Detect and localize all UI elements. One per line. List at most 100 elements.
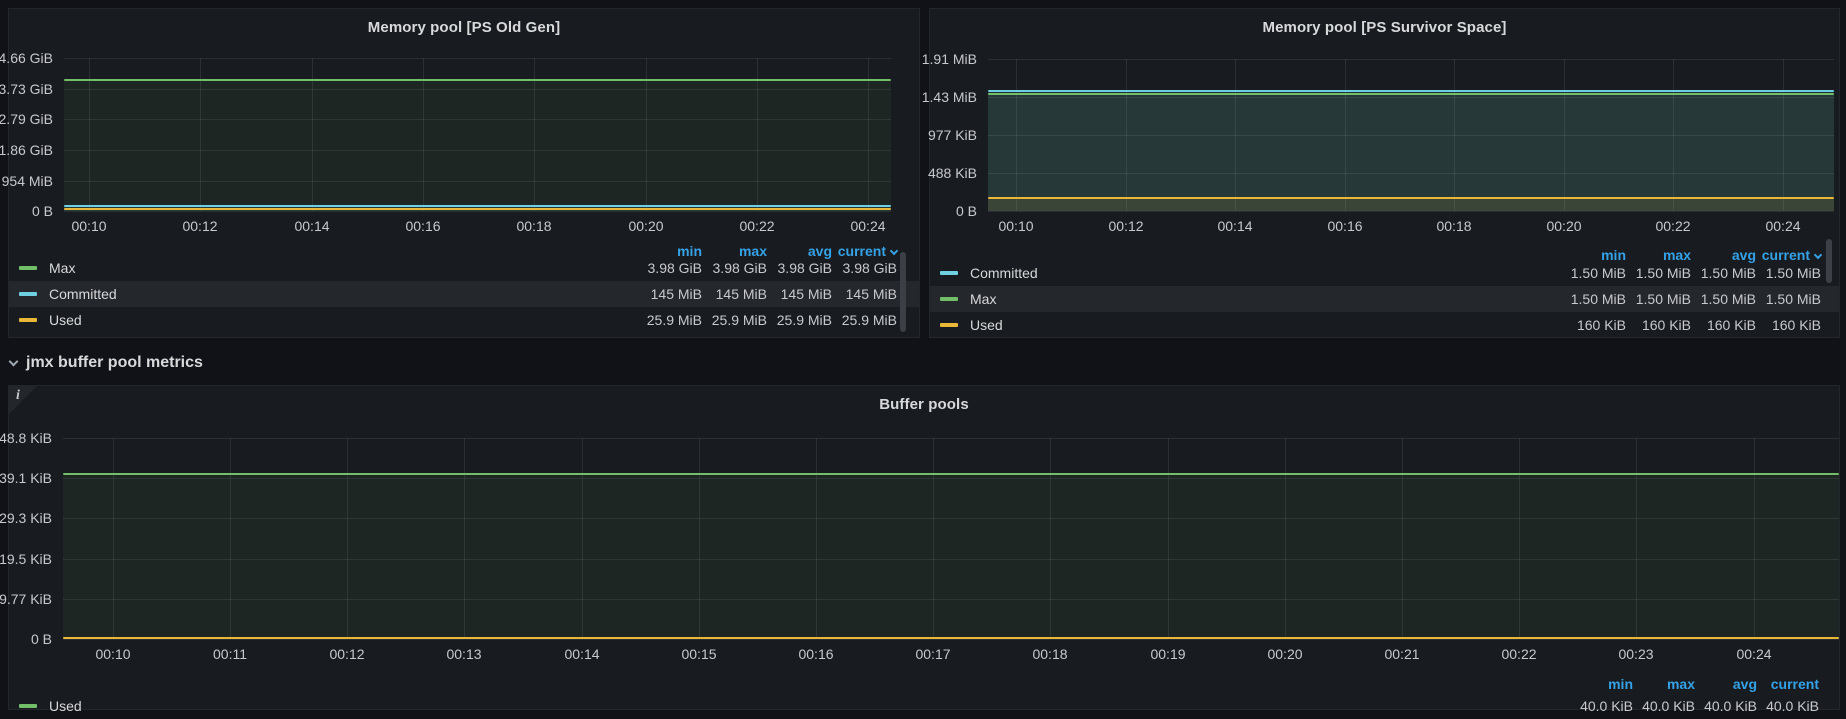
x-axis-tick-label: 00:12 bbox=[1108, 218, 1143, 234]
y-axis-tick-label: 2.79 GiB bbox=[0, 111, 53, 127]
y-axis-tick-label: 4.66 GiB bbox=[0, 50, 53, 66]
series-color-swatch bbox=[940, 271, 958, 275]
x-axis-tick-label: 00:18 bbox=[1032, 646, 1067, 662]
panel-buffer-pools: Buffer pools48.8 KiB39.1 KiB29.3 KiB19.5… bbox=[8, 385, 1840, 710]
x-axis-tick-label: 00:10 bbox=[71, 218, 106, 234]
x-axis-tick-label: 00:14 bbox=[294, 218, 329, 234]
legend-value-current: 1.50 MiB bbox=[1756, 291, 1821, 307]
panel-info-corner[interactable] bbox=[9, 386, 37, 414]
legend-series-name[interactable]: Used bbox=[49, 698, 82, 714]
legend-value-min: 25.9 MiB bbox=[637, 312, 702, 328]
section-header-jmx-buffer-pool-metrics[interactable]: jmx buffer pool metrics bbox=[10, 354, 203, 372]
x-axis-tick-label: 00:12 bbox=[182, 218, 217, 234]
x-axis-tick-label: 00:16 bbox=[1327, 218, 1362, 234]
series-color-swatch bbox=[19, 318, 37, 322]
legend-value-cells: 40.0 KiB40.0 KiB40.0 KiB40.0 KiB bbox=[1571, 698, 1819, 714]
x-axis-tick-label: 00:19 bbox=[1150, 646, 1185, 662]
legend-series-name[interactable]: Used bbox=[970, 317, 1003, 333]
panel-title[interactable]: Memory pool [PS Survivor Space] bbox=[930, 19, 1839, 36]
y-axis-tick-label: 19.5 KiB bbox=[0, 551, 52, 567]
x-axis-tick-label: 00:24 bbox=[1736, 646, 1771, 662]
legend-value-cells: 160 KiB160 KiB160 KiB160 KiB bbox=[1561, 317, 1821, 333]
gridline-horizontal bbox=[63, 438, 1839, 439]
x-axis-tick-label: 00:18 bbox=[516, 218, 551, 234]
gridline-horizontal bbox=[988, 59, 1834, 60]
gridline-horizontal bbox=[988, 211, 1834, 212]
legend-series-name[interactable]: Max bbox=[970, 291, 996, 307]
x-axis-tick-label: 00:14 bbox=[564, 646, 599, 662]
legend-sort-header-avg[interactable]: avg bbox=[1695, 676, 1757, 692]
panel-title[interactable]: Buffer pools bbox=[9, 396, 1839, 413]
legend-row-max: Max 3.98 GiB3.98 GiB3.98 GiB3.98 GiB bbox=[9, 255, 919, 281]
legend-value-max: 145 MiB bbox=[702, 286, 767, 302]
legend-sort-header-min[interactable]: min bbox=[1571, 676, 1633, 692]
chevron-down-icon bbox=[9, 356, 19, 366]
panel-memory-pool-ps-survivor-space: Memory pool [PS Survivor Space]1.91 MiB1… bbox=[929, 8, 1840, 338]
panel-title[interactable]: Memory pool [PS Old Gen] bbox=[9, 19, 919, 36]
legend-value-cells: 1.50 MiB1.50 MiB1.50 MiB1.50 MiB bbox=[1561, 265, 1821, 281]
series-color-swatch bbox=[940, 323, 958, 327]
legend-row-used: Used 160 KiB160 KiB160 KiB160 KiB bbox=[930, 312, 1839, 338]
series-color-swatch bbox=[19, 292, 37, 296]
info-icon[interactable]: i bbox=[16, 388, 20, 404]
legend-value-min: 145 MiB bbox=[637, 286, 702, 302]
legend-row-max: Max1.50 MiB1.50 MiB1.50 MiB1.50 MiB bbox=[930, 286, 1839, 312]
y-axis-tick-label: 488 KiB bbox=[928, 165, 977, 181]
legend-series-name[interactable]: Committed bbox=[49, 286, 117, 302]
series-area-fill bbox=[988, 199, 1834, 211]
x-axis-tick-label: 00:22 bbox=[739, 218, 774, 234]
series-color-swatch bbox=[940, 297, 958, 301]
series-line bbox=[64, 205, 891, 207]
chevron-down-icon bbox=[1814, 251, 1822, 259]
x-axis-tick-label: 00:10 bbox=[95, 646, 130, 662]
series-area-fill bbox=[988, 92, 1834, 211]
x-axis-tick-label: 00:10 bbox=[998, 218, 1033, 234]
legend-value-current: 160 KiB bbox=[1756, 317, 1821, 333]
y-axis-tick-label: 3.73 GiB bbox=[0, 81, 53, 97]
y-axis-tick-label: 954 MiB bbox=[2, 173, 53, 189]
y-axis-tick-label: 1.91 MiB bbox=[922, 51, 977, 67]
legend-scrollbar[interactable] bbox=[900, 252, 906, 332]
legend-value-max: 40.0 KiB bbox=[1633, 698, 1695, 714]
legend-scrollbar[interactable] bbox=[1826, 239, 1832, 283]
series-line bbox=[63, 637, 1839, 639]
x-axis-tick-label: 00:24 bbox=[850, 218, 885, 234]
x-axis-tick-label: 00:22 bbox=[1501, 646, 1536, 662]
legend-series-name[interactable]: Used bbox=[49, 312, 82, 328]
legend-value-avg: 3.98 GiB bbox=[767, 260, 832, 276]
legend-value-min: 40.0 KiB bbox=[1571, 698, 1633, 714]
series-line bbox=[64, 208, 891, 210]
legend-row-committed: Committed1.50 MiB1.50 MiB1.50 MiB1.50 Mi… bbox=[930, 260, 1839, 286]
legend-value-max: 3.98 GiB bbox=[702, 260, 767, 276]
x-axis-tick-label: 00:11 bbox=[213, 646, 247, 662]
legend-value-max: 1.50 MiB bbox=[1626, 265, 1691, 281]
y-axis-tick-label: 48.8 KiB bbox=[0, 430, 52, 446]
series-line bbox=[988, 90, 1834, 92]
y-axis-tick-label: 1.43 MiB bbox=[922, 89, 977, 105]
x-axis-tick-label: 00:16 bbox=[798, 646, 833, 662]
x-axis-tick-label: 00:24 bbox=[1765, 218, 1800, 234]
legend-sort-header-current[interactable]: current bbox=[1757, 676, 1819, 692]
legend-value-avg: 160 KiB bbox=[1691, 317, 1756, 333]
series-line bbox=[988, 93, 1834, 95]
legend-series-name[interactable]: Max bbox=[49, 260, 75, 276]
legend-sort-header-max[interactable]: max bbox=[1633, 676, 1695, 692]
legend-row-used: Used25.9 MiB25.9 MiB25.9 MiB25.9 MiB bbox=[9, 307, 919, 333]
legend-value-current: 1.50 MiB bbox=[1756, 265, 1821, 281]
y-axis-tick-label: 0 B bbox=[31, 631, 52, 647]
legend-row-used: Used 40.0 KiB40.0 KiB40.0 KiB40.0 KiB bbox=[9, 693, 1839, 719]
x-axis-tick-label: 00:15 bbox=[681, 646, 716, 662]
legend-value-min: 160 KiB bbox=[1561, 317, 1626, 333]
legend-value-avg: 1.50 MiB bbox=[1691, 291, 1756, 307]
legend-value-current: 145 MiB bbox=[832, 286, 897, 302]
x-axis-tick-label: 00:20 bbox=[1546, 218, 1581, 234]
x-axis-tick-label: 00:22 bbox=[1655, 218, 1690, 234]
y-axis-tick-label: 39.1 KiB bbox=[0, 470, 52, 486]
legend-value-cells: 145 MiB145 MiB145 MiB145 MiB bbox=[637, 286, 897, 302]
legend-value-cells: 3.98 GiB3.98 GiB3.98 GiB3.98 GiB bbox=[637, 260, 897, 276]
legend-value-max: 25.9 MiB bbox=[702, 312, 767, 328]
x-axis-tick-label: 00:20 bbox=[628, 218, 663, 234]
legend-series-name[interactable]: Committed bbox=[970, 265, 1038, 281]
x-axis-tick-label: 00:18 bbox=[1436, 218, 1471, 234]
legend-header-cells: minmaxavgcurrent bbox=[1571, 676, 1819, 692]
